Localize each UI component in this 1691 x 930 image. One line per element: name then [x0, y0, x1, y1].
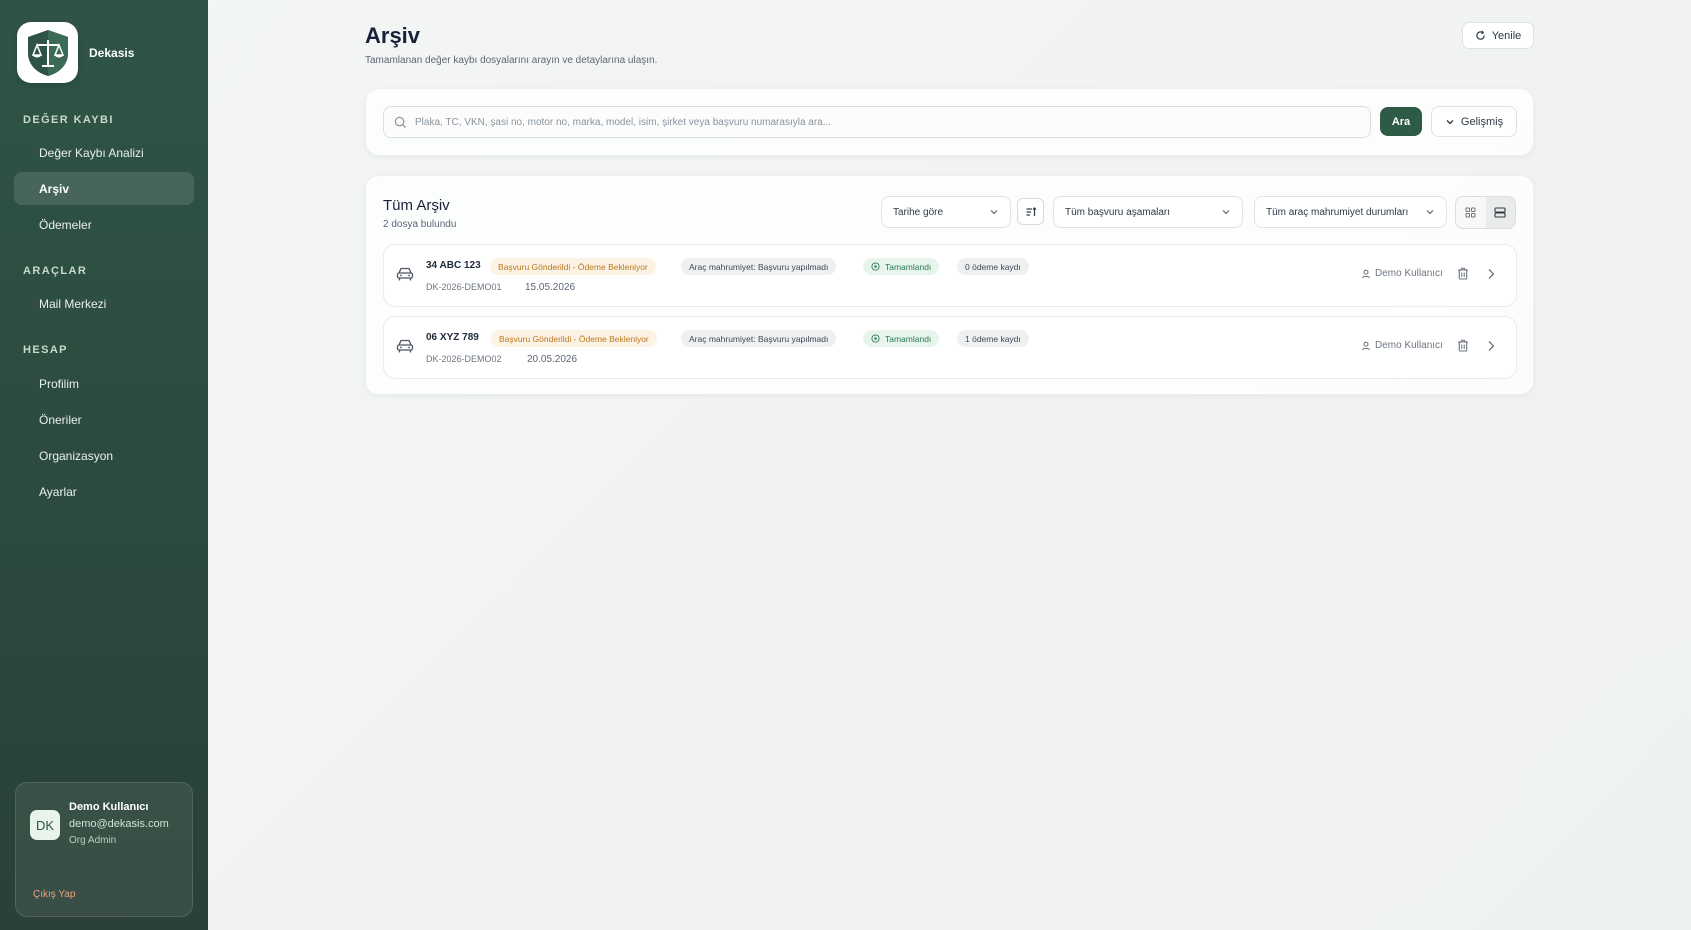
completion-label: Tamamlandı [885, 333, 932, 344]
privacy-badge: Araç mahrumiyet: Başvuru yapılmadı [681, 258, 837, 275]
refresh-label: Yenile [1491, 29, 1522, 42]
user-name: Demo Kullanıcı [69, 801, 149, 813]
advanced-search-label: Gelişmiş [1460, 115, 1504, 128]
user-email: demo@dekasis.com [69, 818, 169, 830]
search-box[interactable] [383, 106, 1371, 138]
sort-select[interactable]: Tarihe göre [881, 196, 1011, 228]
page-title: Arşiv [365, 23, 421, 48]
car-icon [396, 267, 414, 281]
sidebar-item-oneriler[interactable]: Öneriler [14, 403, 194, 436]
chevron-right-icon[interactable] [1486, 340, 1496, 352]
sidebar-item-ayarlar[interactable]: Ayarlar [14, 475, 194, 508]
completion-label: Tamamlandı [885, 261, 932, 272]
chevron-down-icon [990, 210, 998, 215]
status-badge: Başvuru Gönderildi - Ödeme Bekleniyor [490, 258, 656, 275]
sidebar-item-mail-merkezi[interactable]: Mail Merkezi [14, 287, 194, 320]
privacy-filter-select[interactable]: Tüm araç mahrumiyet durumları [1254, 196, 1447, 228]
chevron-down-icon [1426, 210, 1434, 215]
user-role: Org Admin [69, 835, 117, 846]
search-card: Ara Gelişmiş [365, 88, 1534, 156]
stage-filter-value: Tüm başvuru aşamaları [1065, 206, 1171, 218]
sidebar-item-label: Ödemeler [39, 217, 92, 232]
sidebar-item-odemeler[interactable]: Ödemeler [14, 208, 194, 241]
payment-count-badge: 0 ödeme kaydı [957, 258, 1029, 275]
user-icon [1362, 341, 1370, 350]
sidebar-item-label: Profilim [39, 376, 80, 391]
trash-icon[interactable] [1457, 339, 1469, 352]
sidebar-item-profilim[interactable]: Profilim [14, 367, 194, 400]
row-user: Demo Kullanıcı [1361, 268, 1443, 279]
check-circle-icon [871, 334, 880, 343]
sidebar-item-label: Değer Kaybı Analizi [39, 145, 144, 160]
payment-count-badge: 1 ödeme kaydı [957, 330, 1029, 347]
refresh-icon [1475, 30, 1485, 40]
archive-card: Tüm Arşiv 2 dosya bulundu Tarihe göre Tü… [365, 175, 1534, 395]
page-subtitle: Tamamlanan değer kaybı dosyalarını arayı… [365, 55, 658, 66]
row-plate: 34 ABC 123 [426, 260, 481, 271]
sidebar-item-label: Organizasyon [39, 448, 114, 463]
trash-icon[interactable] [1457, 267, 1469, 280]
view-toggle [1455, 196, 1516, 229]
brand[interactable]: Dekasis [17, 22, 134, 83]
nav-section-araclar: ARAÇLAR [23, 265, 88, 277]
grid-icon [1465, 207, 1476, 218]
completion-badge: Tamamlandı [863, 258, 940, 275]
archive-count: 2 dosya bulundu [383, 219, 457, 230]
car-icon [396, 339, 414, 353]
chevron-right-icon[interactable] [1486, 268, 1496, 280]
privacy-badge: Araç mahrumiyet: Başvuru yapılmadı [681, 330, 837, 347]
sort-order-button[interactable] [1017, 198, 1044, 225]
nav-section-deger-kaybi: DEĞER KAYBI [23, 114, 114, 126]
refresh-button[interactable]: Yenile [1462, 22, 1534, 49]
row-file-no: DK-2026-DEMO01 [426, 282, 502, 292]
sidebar-item-label: Arşiv [39, 181, 70, 196]
sidebar-item-label: Öneriler [39, 412, 82, 427]
check-circle-icon [871, 262, 880, 271]
logout-link[interactable]: Çıkış Yap [33, 889, 75, 900]
sidebar-item-label: Ayarlar [39, 484, 77, 499]
user-icon [1362, 269, 1370, 278]
row-date: 20.05.2026 [527, 354, 578, 365]
chevron-down-icon [1222, 210, 1230, 215]
table-row[interactable]: 34 ABC 123 Başvuru Gönderildi - Ödeme Be… [383, 244, 1517, 307]
sidebar-item-arsiv[interactable]: Arşiv [14, 172, 194, 205]
search-input[interactable] [415, 116, 1355, 128]
sidebar-item-deger-kaybi-analizi[interactable]: Değer Kaybı Analizi [14, 136, 194, 169]
row-plate: 06 XYZ 789 [426, 332, 479, 343]
row-user-name: Demo Kullanıcı [1375, 268, 1443, 279]
avatar[interactable]: DK [30, 810, 60, 840]
shield-scales-logo-icon [17, 22, 78, 83]
row-user-name: Demo Kullanıcı [1375, 340, 1443, 351]
sort-select-value: Tarihe göre [893, 206, 944, 218]
sidebar: Dekasis DEĞER KAYBI Değer Kaybı Analizi … [0, 0, 208, 930]
privacy-filter-value: Tüm araç mahrumiyet durumları [1266, 206, 1409, 218]
brand-name: Dekasis [89, 45, 135, 60]
stage-filter-select[interactable]: Tüm başvuru aşamaları [1053, 196, 1243, 228]
search-button[interactable]: Ara [1380, 107, 1422, 136]
advanced-search-button[interactable]: Gelişmiş [1431, 106, 1517, 137]
row-date: 15.05.2026 [525, 282, 576, 293]
sidebar-item-label: Mail Merkezi [39, 296, 107, 311]
completion-badge: Tamamlandı [863, 330, 940, 347]
list-icon [1494, 207, 1506, 218]
table-row[interactable]: 06 XYZ 789 Başvuru Gönderildi - Ödeme Be… [383, 316, 1517, 379]
sort-order-icon [1026, 206, 1036, 216]
archive-title: Tüm Arşiv [383, 197, 450, 214]
grid-view-button[interactable] [1456, 197, 1486, 228]
row-file-no: DK-2026-DEMO02 [426, 354, 502, 364]
status-badge: Başvuru Gönderildi - Ödeme Bekleniyor [491, 330, 657, 347]
sidebar-item-organizasyon[interactable]: Organizasyon [14, 439, 194, 472]
user-card: DK Demo Kullanıcı demo@dekasis.com Org A… [15, 782, 193, 917]
chevron-down-icon [1446, 119, 1454, 124]
nav-section-hesap: HESAP [23, 344, 68, 356]
search-icon [394, 116, 407, 128]
row-user: Demo Kullanıcı [1361, 340, 1443, 351]
list-view-button[interactable] [1485, 197, 1515, 228]
